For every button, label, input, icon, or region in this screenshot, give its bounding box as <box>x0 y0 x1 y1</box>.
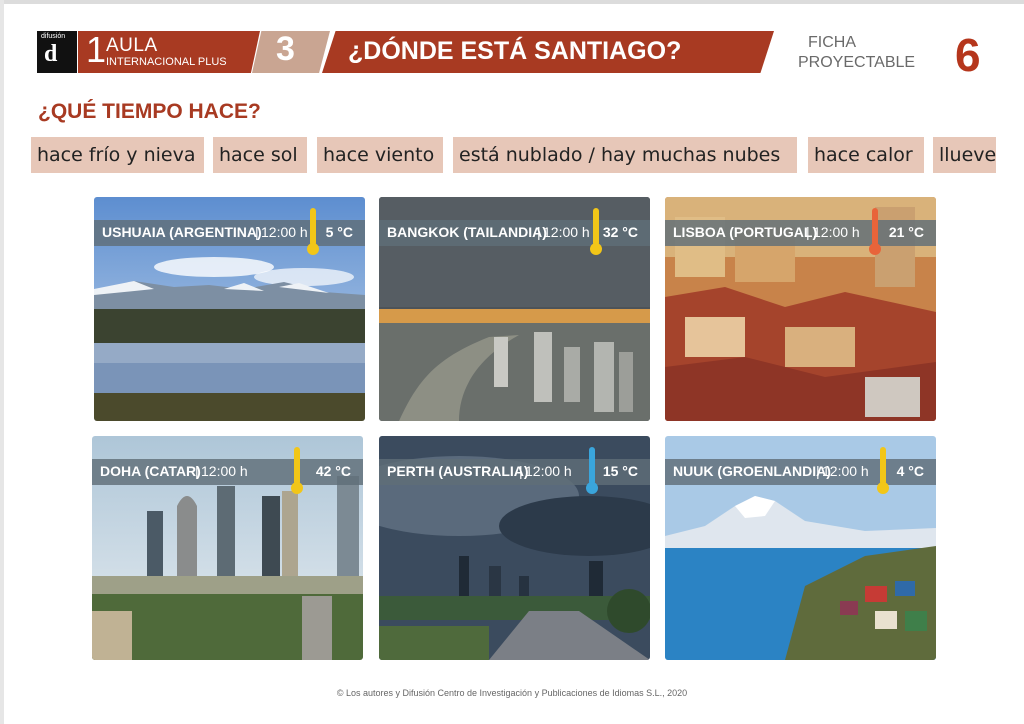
vocab-chip: hace calor <box>808 137 924 173</box>
label-separator: | <box>816 463 820 479</box>
thermometer-icon <box>877 447 889 494</box>
label-separator: | <box>255 224 259 240</box>
photo-temperature: 5 °C <box>325 224 353 240</box>
photo-temperature: 21 °C <box>888 224 924 240</box>
ficha-number: 6 <box>955 29 981 81</box>
label-separator: | <box>806 224 810 240</box>
label-separator: | <box>537 224 541 240</box>
photo-temperature: 4 °C <box>896 463 924 479</box>
vocab-chip: hace viento <box>317 137 443 173</box>
photo-time: 12:00 h <box>822 463 869 479</box>
photo-card-doha: DOHA (CATAR) | 12:00 h 42 °C <box>92 436 363 660</box>
photo-time: 12:00 h <box>813 224 860 240</box>
unit-title: ¿DÓNDE ESTÁ SANTIAGO? <box>348 37 682 65</box>
label-separator: | <box>195 463 199 479</box>
photo-place: DOHA (CATAR) <box>100 463 201 479</box>
photo-time: 12:00 h <box>201 463 248 479</box>
aula-level: 1 <box>86 29 107 70</box>
copyright-footer: © Los autores y Difusión Centro de Inves… <box>336 688 688 698</box>
thermometer-icon <box>586 447 598 494</box>
photo-place: PERTH (AUSTRALIA) <box>387 463 529 479</box>
photo-place: BANGKOK (TAILANDIA) <box>387 224 547 240</box>
vocab-chip: está nublado / hay muchas nubes <box>453 137 797 173</box>
difusion-logo: difusión d <box>37 31 77 73</box>
aula-title: AULA <box>106 35 158 56</box>
photo-temperature: 15 °C <box>602 463 638 479</box>
thermometer-icon <box>291 447 303 494</box>
photo-place: USHUAIA (ARGENTINA) <box>102 224 262 240</box>
photo-time: 12:00 h <box>525 463 572 479</box>
aula-subtitle: INTERNACIONAL PLUS <box>106 56 227 68</box>
section-title: ¿QUÉ TIEMPO HACE? <box>38 100 261 123</box>
page-left-border <box>0 0 4 724</box>
page-top-border <box>0 0 1024 4</box>
photo-card-lisboa: LISBOA (PORTUGAL) | 12:00 h 21 °C <box>665 197 936 421</box>
photo-card-nuuk: NUUK (GROENLANDIA) | 12:00 h 4 °C <box>665 436 936 660</box>
photo-time: 12:00 h <box>543 224 590 240</box>
photo-place: LISBOA (PORTUGAL) <box>673 224 818 240</box>
photo-time: 12:00 h <box>261 224 308 240</box>
logo-letter: d <box>44 41 58 67</box>
photo-card-bangkok: BANGKOK (TAILANDIA) | 12:00 h 32 °C <box>379 197 650 421</box>
photo-temperature: 42 °C <box>315 463 351 479</box>
thermometer-icon <box>590 208 602 255</box>
vocab-chip: hace sol <box>213 137 307 173</box>
ficha-line-1: FICHA <box>808 34 856 51</box>
photo-temperature: 32 °C <box>602 224 638 240</box>
photo-place: NUUK (GROENLANDIA) <box>673 463 831 479</box>
photo-card-ushuaia: USHUAIA (ARGENTINA) | 12:00 h 5 °C <box>94 197 365 421</box>
ficha-label: FICHA PROYECTABLE <box>798 33 915 73</box>
unit-number: 3 <box>276 30 295 68</box>
ficha-line-2: PROYECTABLE <box>798 54 916 71</box>
vocab-chip: hace frío y nieva <box>31 137 204 173</box>
logo-small-text: difusión <box>41 33 66 40</box>
thermometer-icon <box>307 208 319 255</box>
vocab-chip: llueve <box>933 137 996 173</box>
photo-card-perth: PERTH (AUSTRALIA) | 12:00 h 15 °C <box>379 436 650 660</box>
label-separator: | <box>519 463 523 479</box>
thermometer-icon <box>869 208 881 255</box>
